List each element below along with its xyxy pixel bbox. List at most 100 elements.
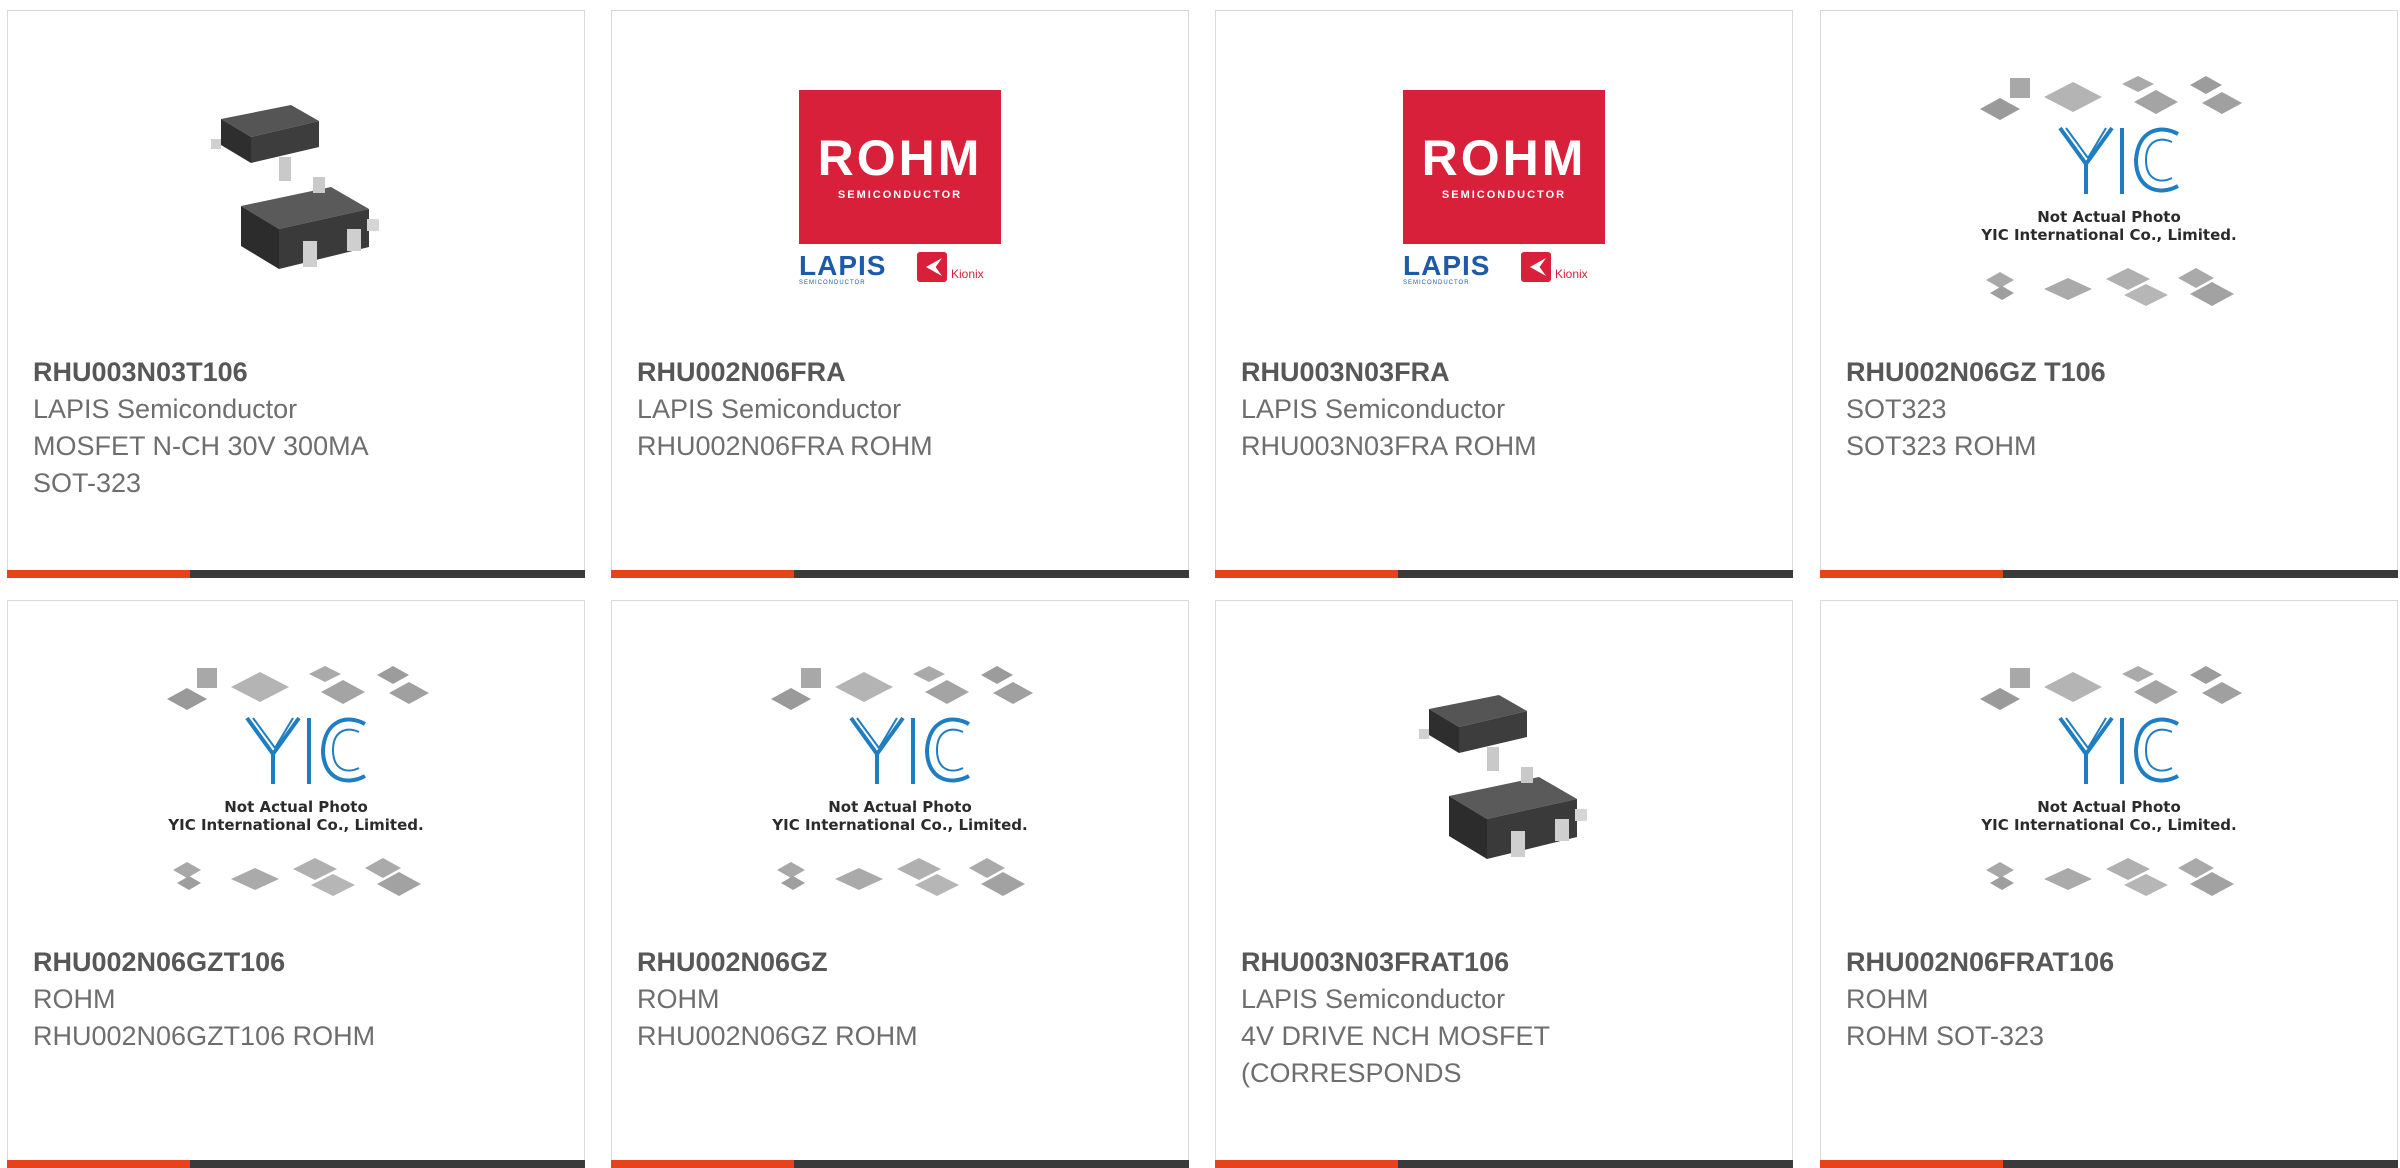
card-accent <box>1215 570 1398 578</box>
yic-placeholder-icon: Not Actual Photo YIC International Co., L… <box>161 662 431 900</box>
description-line: RHU002N06GZT106 ROHM <box>33 1021 376 1051</box>
yic-mark-icon <box>2058 716 2179 784</box>
product-image[interactable]: Not Actual Photo YIC International Co., L… <box>1821 66 2397 316</box>
lapis-sub: SEMICONDUCTOR <box>799 280 866 286</box>
manufacturer-label: ROHM <box>637 984 720 1014</box>
part-number-link[interactable]: RHU002N06FRA <box>637 354 1168 391</box>
kionix-mark: Kionix <box>1521 252 1588 282</box>
manufacturer-label: SOT323 <box>1846 394 1947 424</box>
yic-line1: Not Actual Photo <box>2037 798 2181 816</box>
part-number-link[interactable]: RHU002N06GZT106 <box>33 944 564 981</box>
description-line: SOT323 ROHM <box>1846 431 2037 461</box>
rohm-brand: ROHM <box>1421 130 1587 186</box>
product-info: RHU002N06FRA LAPIS Semiconductor RHU002N06… <box>637 354 1168 465</box>
product-card[interactable]: Not Actual Photo YIC International Co., L… <box>1820 10 2398 578</box>
product-image[interactable]: Not Actual Photo YIC International Co., L… <box>612 656 1188 906</box>
yic-placeholder-icon: Not Actual Photo YIC International Co., L… <box>1974 662 2244 900</box>
manufacturer-label: ROHM <box>33 984 116 1014</box>
product-info: RHU002N06FRAT106 ROHM ROHM SOT-323 <box>1846 944 2377 1055</box>
product-info: RHU003N03FRAT106 LAPIS Semiconductor 4V DR… <box>1241 944 1772 1092</box>
kionix-icon <box>917 252 947 282</box>
description-line: (CORRESPONDS <box>1241 1058 1462 1088</box>
description-line: MOSFET N-CH 30V 300MA <box>33 431 369 461</box>
product-grid: RHU003N03T106 LAPIS Semiconductor MOSFET N… <box>0 0 2400 1168</box>
description-line: SOT-323 <box>33 468 142 498</box>
yic-mark-icon <box>2058 126 2179 194</box>
product-info: RHU003N03T106 LAPIS Semiconductor MOSFET N… <box>33 354 564 502</box>
yic-line1: Not Actual Photo <box>2037 208 2181 226</box>
component-chips-icon <box>1980 666 2242 896</box>
product-image[interactable]: ROHM SEMICONDUCTOR LAPIS SEMICONDUCTOR Kioni… <box>612 66 1188 316</box>
yic-mark-icon <box>849 716 970 784</box>
yic-caption: Not Actual Photo YIC International Co., L… <box>1974 208 2244 244</box>
yic-caption: Not Actual Photo YIC International Co., L… <box>765 798 1035 834</box>
card-bottom-bar <box>611 570 1189 578</box>
manufacturer-label: LAPIS Semiconductor <box>637 394 902 424</box>
yic-placeholder-icon: Not Actual Photo YIC International Co., L… <box>765 662 1035 900</box>
manufacturer-label: LAPIS Semiconductor <box>33 394 298 424</box>
rohm-brand: ROHM <box>817 130 983 186</box>
product-card[interactable]: ROHM SEMICONDUCTOR LAPIS SEMICONDUCTOR Kioni… <box>611 10 1189 578</box>
yic-caption: Not Actual Photo YIC International Co., L… <box>161 798 431 834</box>
rohm-logo-icon: ROHM SEMICONDUCTOR LAPIS SEMICONDUCTOR Kioni… <box>799 90 1001 292</box>
rohm-red-block: ROHM SEMICONDUCTOR <box>799 90 1001 244</box>
description-line: RHU002N06GZ ROHM <box>637 1021 918 1051</box>
kionix-icon <box>1521 252 1551 282</box>
product-image[interactable]: Not Actual Photo YIC International Co., L… <box>1821 656 2397 906</box>
product-card[interactable]: RHU003N03T106 LAPIS Semiconductor MOSFET N… <box>7 10 585 578</box>
part-number-link[interactable]: RHU003N03FRA <box>1241 354 1772 391</box>
card-accent <box>611 570 794 578</box>
yic-mark-icon <box>245 716 366 784</box>
product-info: RHU002N06GZ T106 SOT323 SOT323 ROHM <box>1846 354 2377 465</box>
product-image[interactable] <box>1216 656 1792 906</box>
product-image[interactable] <box>8 66 584 316</box>
description-line: 4V DRIVE NCH MOSFET <box>1241 1021 1551 1051</box>
kionix-label: Kionix <box>1555 267 1588 281</box>
yic-line2: YIC International Co., Limited. <box>1981 226 2237 244</box>
product-card[interactable]: Not Actual Photo YIC International Co., L… <box>1820 600 2398 1168</box>
yic-line1: Not Actual Photo <box>224 798 368 816</box>
manufacturer-label: ROHM <box>1846 984 1929 1014</box>
product-card[interactable]: Not Actual Photo YIC International Co., L… <box>611 600 1189 1168</box>
manufacturer-label: LAPIS Semiconductor <box>1241 394 1506 424</box>
component-chips-icon <box>167 666 429 896</box>
product-info: RHU002N06GZ ROHM RHU002N06GZ ROHM <box>637 944 1168 1055</box>
part-number-link[interactable]: RHU002N06GZ T106 <box>1846 354 2377 391</box>
lapis-sub: SEMICONDUCTOR <box>1403 280 1470 286</box>
component-chips-icon <box>1980 76 2242 306</box>
part-number-link[interactable]: RHU003N03T106 <box>33 354 564 391</box>
card-accent <box>1820 570 2003 578</box>
description-line: ROHM SOT-323 <box>1846 1021 2045 1051</box>
description-line: RHU003N03FRA ROHM <box>1241 431 1537 461</box>
yic-line2: YIC International Co., Limited. <box>772 816 1028 834</box>
rohm-red-block: ROHM SEMICONDUCTOR <box>1403 90 1605 244</box>
lapis-brand: LAPIS <box>799 250 887 281</box>
card-bottom-bar <box>1215 570 1793 578</box>
product-image[interactable]: ROHM SEMICONDUCTOR LAPIS SEMICONDUCTOR Kioni… <box>1216 66 1792 316</box>
yic-line2: YIC International Co., Limited. <box>168 816 424 834</box>
card-accent <box>7 570 190 578</box>
rohm-sub: SEMICONDUCTOR <box>1441 189 1567 201</box>
kionix-mark: Kionix <box>917 252 984 282</box>
product-card[interactable]: ROHM SEMICONDUCTOR LAPIS SEMICONDUCTOR Kioni… <box>1215 10 1793 578</box>
description-line: RHU002N06FRA ROHM <box>637 431 933 461</box>
yic-line2: YIC International Co., Limited. <box>1981 816 2237 834</box>
sot323-photo-icon <box>211 105 379 269</box>
component-chips-icon <box>771 666 1033 896</box>
card-bottom-bar <box>1820 570 2398 578</box>
part-number-link[interactable]: RHU003N03FRAT106 <box>1241 944 1772 981</box>
product-card[interactable]: RHU003N03FRAT106 LAPIS Semiconductor 4V DR… <box>1215 600 1793 1168</box>
yic-caption: Not Actual Photo YIC International Co., L… <box>1974 798 2244 834</box>
lapis-mark: LAPIS SEMICONDUCTOR <box>1403 250 1491 287</box>
lapis-brand: LAPIS <box>1403 250 1491 281</box>
part-number-link[interactable]: RHU002N06GZ <box>637 944 1168 981</box>
sot323-photo-icon <box>1419 695 1587 859</box>
product-image[interactable]: Not Actual Photo YIC International Co., L… <box>8 656 584 906</box>
rohm-logo-icon: ROHM SEMICONDUCTOR LAPIS SEMICONDUCTOR Kioni… <box>1403 90 1605 292</box>
card-bottom-bar <box>7 570 585 578</box>
product-info: RHU002N06GZT106 ROHM RHU002N06GZT106 ROHM <box>33 944 564 1055</box>
part-number-link[interactable]: RHU002N06FRAT106 <box>1846 944 2377 981</box>
manufacturer-label: LAPIS Semiconductor <box>1241 984 1506 1014</box>
kionix-label: Kionix <box>951 267 984 281</box>
product-card[interactable]: Not Actual Photo YIC International Co., L… <box>7 600 585 1168</box>
